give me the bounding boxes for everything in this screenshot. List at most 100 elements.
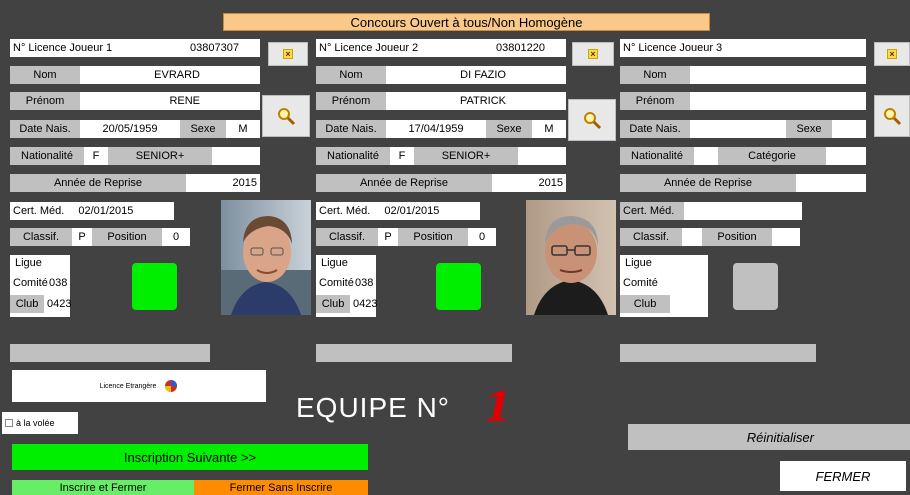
- licence-label: N° Licence Joueur 3: [623, 42, 723, 54]
- prenom-label: Prénom: [620, 92, 690, 110]
- cert-value: 02/01/2015: [78, 205, 134, 217]
- club-label: Club: [620, 295, 670, 313]
- position-field[interactable]: 0: [468, 228, 496, 246]
- club-value[interactable]: 0423: [44, 295, 74, 313]
- clear-button-2[interactable]: ×: [572, 42, 614, 66]
- date-label: Date Nais.: [10, 120, 80, 138]
- cert-label: Cert. Méd.: [620, 202, 684, 220]
- ligue-label: Ligue: [625, 257, 652, 269]
- reprise-field[interactable]: [796, 174, 866, 192]
- reprise-field[interactable]: 2015: [186, 174, 260, 192]
- search-button-3[interactable]: [874, 95, 910, 137]
- nat-field[interactable]: F: [84, 147, 108, 165]
- classif-field[interactable]: [682, 228, 702, 246]
- categorie-label: SENIOR+: [108, 147, 212, 165]
- classif-field[interactable]: P: [378, 228, 398, 246]
- position-label: Position: [398, 228, 468, 246]
- prenom-label: Prénom: [10, 92, 80, 110]
- licence-field-1[interactable]: N° Licence Joueur 1 03807307: [10, 39, 260, 57]
- prenom-field[interactable]: [690, 92, 866, 110]
- inscrire-fermer-button[interactable]: Inscrire et Fermer: [12, 480, 194, 495]
- position-field[interactable]: 0: [162, 228, 190, 246]
- cert-label: Cert. Méd.: [319, 205, 371, 217]
- nat-field[interactable]: [694, 147, 718, 165]
- licence-label: N° Licence Joueur 2: [319, 42, 419, 54]
- cert-field[interactable]: [684, 202, 802, 220]
- clear-x-icon: ×: [283, 49, 293, 59]
- equipe-label: EQUIPE N°: [296, 392, 451, 423]
- nat-label: Nationalité: [620, 147, 694, 165]
- reprise-label: Année de Reprise: [620, 174, 796, 192]
- nat-label: Nationalité: [316, 147, 390, 165]
- date-field[interactable]: 20/05/1959: [80, 120, 180, 138]
- classif-label: Classif.: [620, 228, 682, 246]
- categorie-field[interactable]: [212, 147, 260, 165]
- sexe-field[interactable]: M: [226, 120, 260, 138]
- comite-label: Comité: [13, 277, 48, 289]
- club-label: Club: [316, 295, 350, 313]
- status-indicator-1: [132, 263, 177, 310]
- categorie-field[interactable]: [518, 147, 566, 165]
- licence-field-2[interactable]: N° Licence Joueur 2 03801220: [316, 39, 566, 57]
- search-button-1[interactable]: [262, 95, 310, 137]
- prenom-label: Prénom: [316, 92, 386, 110]
- magnifier-icon: [584, 112, 602, 130]
- classif-label: Classif.: [10, 228, 72, 246]
- comite-value[interactable]: 038: [46, 276, 70, 290]
- nat-field[interactable]: F: [390, 147, 414, 165]
- licence-value: 03807307: [190, 42, 239, 54]
- date-field[interactable]: 17/04/1959: [386, 120, 486, 138]
- clear-x-icon: ×: [588, 49, 598, 59]
- comite-value[interactable]: 038: [352, 276, 376, 290]
- clear-button-3[interactable]: ×: [874, 42, 910, 66]
- a-la-volee-label: à la volée: [16, 418, 55, 428]
- nom-field[interactable]: DI FAZIO: [386, 66, 566, 84]
- club-label: Club: [10, 295, 44, 313]
- categorie-label: Catégorie: [718, 147, 826, 165]
- inscription-suivante-button[interactable]: Inscription Suivante >>: [12, 444, 368, 470]
- prenom-field[interactable]: RENE: [80, 92, 260, 110]
- a-la-volee-checkbox[interactable]: à la volée: [2, 412, 78, 434]
- sexe-field[interactable]: M: [532, 120, 566, 138]
- fermer-button[interactable]: FERMER: [780, 461, 906, 491]
- status-indicator-3: [733, 263, 778, 310]
- info-bar-3: [620, 344, 816, 362]
- reinitialiser-button[interactable]: Réinitialiser: [628, 424, 910, 450]
- globe-flags-icon: [165, 380, 178, 392]
- cert-value: 02/01/2015: [384, 205, 440, 217]
- clear-x-icon: ×: [887, 49, 897, 59]
- magnifier-icon: [278, 108, 296, 126]
- info-bar-2: [316, 344, 512, 362]
- magnifier-icon: [884, 108, 902, 126]
- nom-label: Nom: [316, 66, 386, 84]
- licence-field-3[interactable]: N° Licence Joueur 3: [620, 39, 866, 57]
- status-indicator-2: [436, 263, 481, 310]
- nom-label: Nom: [620, 66, 690, 84]
- sexe-label: Sexe: [180, 120, 226, 138]
- prenom-field[interactable]: PATRICK: [386, 92, 566, 110]
- nom-field[interactable]: [690, 66, 866, 84]
- fermer-sans-inscrire-button[interactable]: Fermer Sans Inscrire: [194, 480, 368, 495]
- cert-field[interactable]: Cert. Méd. 02/01/2015: [316, 202, 480, 220]
- ligue-label: Ligue: [321, 257, 348, 269]
- cert-field[interactable]: Cert. Méd. 02/01/2015: [10, 202, 174, 220]
- licence-etrangere-toggle[interactable]: Licence Etrangère: [12, 370, 266, 402]
- clear-button-1[interactable]: ×: [268, 42, 308, 66]
- cert-label: Cert. Méd.: [13, 205, 65, 217]
- categorie-field[interactable]: [826, 147, 866, 165]
- sexe-label: Sexe: [786, 120, 832, 138]
- position-field[interactable]: [772, 228, 800, 246]
- licence-value: 03801220: [496, 42, 545, 54]
- nom-field[interactable]: EVRARD: [80, 66, 260, 84]
- classif-field[interactable]: P: [72, 228, 92, 246]
- licence-label: N° Licence Joueur 1: [13, 42, 113, 54]
- search-button-2[interactable]: [568, 99, 616, 141]
- reprise-field[interactable]: 2015: [492, 174, 566, 192]
- club-value[interactable]: 0423: [350, 295, 380, 313]
- sexe-field[interactable]: [832, 120, 866, 138]
- position-label: Position: [92, 228, 162, 246]
- player-photo-2: [526, 200, 616, 315]
- licence-etrangere-label: Licence Etrangère: [99, 382, 157, 390]
- page-title: Concours Ouvert à tous/Non Homogène: [223, 13, 710, 31]
- date-field[interactable]: [690, 120, 786, 138]
